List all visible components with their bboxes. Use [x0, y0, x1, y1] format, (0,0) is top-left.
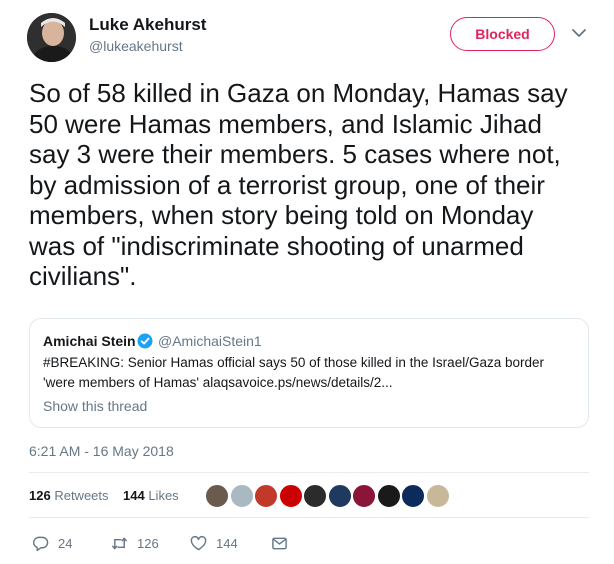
liker-avatar[interactable] [352, 484, 376, 508]
verified-badge-icon [137, 333, 153, 349]
liker-avatar[interactable] [229, 484, 254, 508]
liker-avatar[interactable] [303, 484, 327, 508]
author-name[interactable]: Luke Akehurst [89, 15, 206, 35]
retweets-label: Retweets [54, 488, 109, 503]
quoted-tweet[interactable]: Amichai Stein @AmichaiStein1 #BREAKING: … [29, 318, 589, 428]
liker-avatar[interactable] [425, 484, 450, 508]
author-avatar[interactable] [27, 13, 76, 62]
heart-icon [190, 535, 207, 551]
retweet-count: 126 [137, 536, 159, 551]
quoted-author-handle: @AmichaiStein1 [158, 333, 262, 349]
likes-label: Likes [148, 488, 179, 503]
likes-count: 144 [123, 488, 145, 503]
liker-avatar[interactable] [327, 484, 352, 508]
liker-avatar[interactable] [278, 484, 303, 508]
envelope-icon [272, 537, 287, 550]
liker-avatar[interactable] [376, 484, 401, 508]
show-thread-link[interactable]: Show this thread [43, 398, 147, 414]
like-count: 144 [216, 536, 238, 551]
quoted-author-name: Amichai Stein [43, 333, 136, 349]
tweet-timestamp[interactable]: 6:21 AM - 16 May 2018 [29, 443, 174, 459]
blocked-button[interactable]: Blocked [450, 17, 555, 51]
author-handle[interactable]: @lukeakehurst [89, 38, 183, 54]
reply-icon [33, 536, 49, 552]
divider [29, 517, 589, 518]
liker-avatar[interactable] [401, 484, 425, 508]
chevron-down-icon[interactable] [570, 26, 588, 40]
likes-stat[interactable]: 144 Likes [123, 488, 179, 503]
divider [29, 472, 589, 473]
liker-avatar[interactable] [254, 484, 278, 508]
retweets-count: 126 [29, 488, 51, 503]
like-button[interactable]: 144 [190, 535, 238, 552]
retweets-stat[interactable]: 126 Retweets [29, 488, 109, 503]
reply-button[interactable]: 24 [32, 535, 72, 552]
retweet-button[interactable]: 126 [111, 535, 159, 552]
avatar-image [27, 13, 76, 62]
reply-count: 24 [58, 536, 73, 551]
retweet-icon [111, 537, 128, 550]
quoted-tweet-text: #BREAKING: Senior Hamas official says 50… [43, 355, 544, 390]
direct-message-button[interactable] [271, 535, 297, 552]
liker-avatar[interactable] [205, 484, 229, 508]
tweet-text: So of 58 killed in Gaza on Monday, Hamas… [29, 78, 568, 291]
